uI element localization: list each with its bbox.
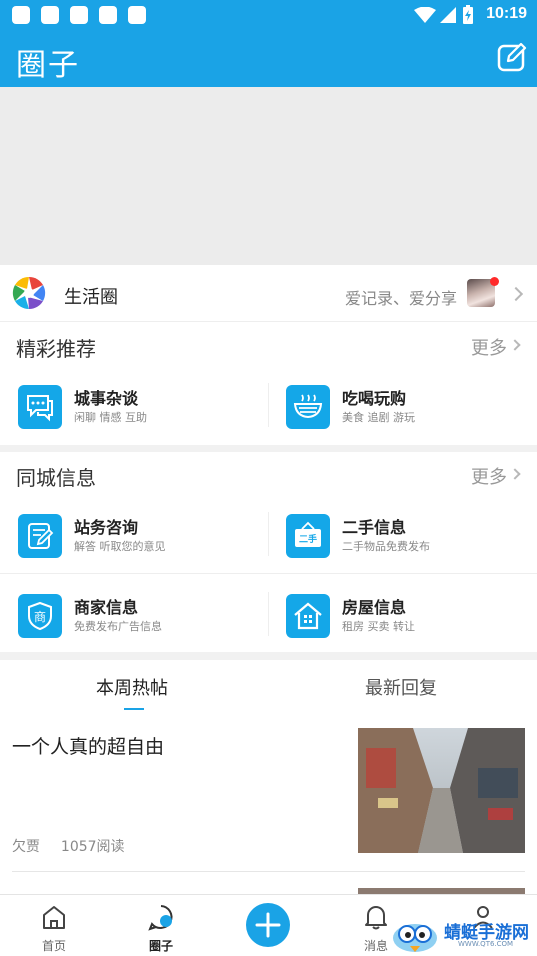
post-reads: 1057阅读 (60, 839, 125, 855)
nav-circle[interactable]: 圈子 (121, 895, 201, 956)
notification-icon (41, 6, 59, 24)
card-title: 吃喝玩购 (342, 389, 407, 408)
wifi-icon (414, 7, 436, 23)
post-item[interactable]: 一个人真的超自由 欠贾 1057阅读 (0, 716, 537, 872)
edit-icon[interactable] (497, 42, 527, 72)
house-icon (286, 594, 330, 638)
post-meta: 欠贾 1057阅读 (12, 836, 125, 856)
plus-icon (255, 912, 281, 938)
divider (268, 592, 269, 636)
tab-indicator (124, 708, 144, 710)
card-title: 商家信息 (74, 598, 139, 617)
post-title: 一个人真的超自由 (12, 736, 165, 758)
notepad-icon (18, 514, 62, 558)
category-card-food-fun[interactable]: 吃喝玩购 美食 追剧 游玩 (286, 381, 536, 441)
life-circle-slogan: 爱记录、爱分享 (344, 289, 457, 308)
chevron-right-icon (509, 468, 521, 480)
life-circle-title: 生活圈 (64, 287, 118, 308)
card-title: 二手信息 (342, 518, 407, 537)
signal-icon (440, 7, 456, 23)
card-subtitle: 二手物品免费发布 (342, 540, 430, 553)
banner-placeholder[interactable] (0, 87, 537, 265)
page-title: 圈子 (16, 48, 80, 83)
divider (268, 512, 269, 556)
watermark: 蜻蜓手游网 WWW.QT6.COM (388, 914, 537, 956)
shop-shield-icon: 商 (18, 594, 62, 638)
circle-chat-icon (148, 905, 173, 931)
svg-text:商: 商 (34, 609, 46, 624)
divider (268, 383, 269, 427)
nav-label: 首页 (41, 939, 66, 953)
post-tabs: 本周热帖 最新回复 (0, 660, 537, 716)
watermark-url: WWW.QT6.COM (458, 940, 514, 948)
card-subtitle: 美食 追剧 游玩 (342, 411, 415, 424)
card-title: 城事杂谈 (74, 389, 139, 408)
local-info-section: 同城信息 更多 站务咨询 解答 听取您的意见 二手 二手信息 二手物品免费发布 (0, 452, 537, 652)
section-gap (0, 445, 537, 452)
divider (0, 573, 537, 574)
notification-icon (128, 6, 146, 24)
section-heading: 同城信息 (16, 466, 96, 490)
featured-section: 精彩推荐 更多 城事杂谈 闲聊 情感 互助 吃喝玩购 美食 追剧 游玩 (0, 323, 537, 445)
notification-icon (12, 6, 30, 24)
section-heading: 精彩推荐 (16, 337, 96, 361)
card-title: 站务咨询 (74, 518, 139, 537)
notification-icon (70, 6, 88, 24)
notification-icon (99, 6, 117, 24)
card-subtitle: 免费发布广告信息 (74, 620, 162, 633)
home-icon (43, 906, 65, 929)
category-card-second-hand[interactable]: 二手 二手信息 二手物品免费发布 (286, 510, 536, 570)
nav-home[interactable]: 首页 (14, 895, 94, 956)
divider (12, 871, 525, 872)
card-subtitle: 闲聊 情感 互助 (74, 411, 147, 424)
category-card-housing[interactable]: 房屋信息 租房 买卖 转让 (286, 590, 536, 650)
tab-weekly-hot[interactable]: 本周热帖 (96, 674, 168, 700)
nav-label: 圈子 (148, 939, 173, 953)
chevron-right-icon (508, 286, 524, 302)
status-bar: 10:19 (0, 0, 537, 30)
aperture-logo-icon (12, 276, 46, 310)
svg-text:二手: 二手 (299, 533, 317, 545)
post-author: 欠贾 (12, 839, 40, 855)
dragonfly-logo-icon (393, 924, 437, 952)
post-thumbnail (358, 728, 525, 853)
category-card-merchant[interactable]: 商 商家信息 免费发布广告信息 (18, 590, 268, 650)
more-link[interactable]: 更多 (471, 334, 507, 360)
unread-dot (490, 277, 499, 286)
section-gap (0, 652, 537, 660)
bowl-icon (286, 385, 330, 429)
chat-icon (18, 385, 62, 429)
add-post-button[interactable] (246, 903, 290, 947)
card-title: 房屋信息 (342, 598, 407, 617)
chevron-right-icon (509, 339, 521, 351)
category-card-site-service[interactable]: 站务咨询 解答 听取您的意见 (18, 510, 268, 570)
status-time: 10:19 (486, 5, 527, 22)
bell-icon (365, 906, 387, 930)
secondhand-sign-icon: 二手 (286, 514, 330, 558)
tab-latest-reply[interactable]: 最新回复 (365, 674, 437, 700)
category-card-city-talk[interactable]: 城事杂谈 闲聊 情感 互助 (18, 381, 268, 441)
more-link[interactable]: 更多 (471, 463, 507, 489)
life-circle-row[interactable]: 生活圈 爱记录、爱分享 (0, 266, 537, 322)
app-bar: 圈子 (0, 30, 537, 87)
card-subtitle: 租房 买卖 转让 (342, 620, 415, 633)
battery-icon (463, 5, 473, 24)
card-subtitle: 解答 听取您的意见 (74, 540, 166, 553)
